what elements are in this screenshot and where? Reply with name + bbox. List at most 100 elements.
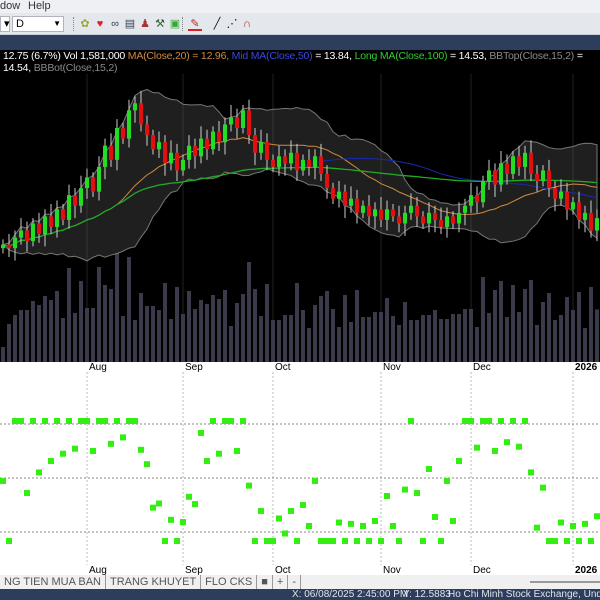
candle-body [589, 212, 593, 231]
volume-bar [553, 320, 557, 362]
volume-bar [277, 320, 281, 362]
volume-bar [55, 291, 59, 362]
volume-bar [373, 312, 377, 362]
magnet-icon[interactable]: ∩ [240, 17, 254, 31]
volume-bar [109, 289, 113, 362]
pen-color-icon[interactable]: ✎ [188, 17, 202, 31]
candle-body [355, 198, 359, 213]
menu-help[interactable]: Help [28, 0, 51, 12]
volume-bar [361, 317, 365, 362]
candle-body [91, 177, 95, 192]
symbol-combo[interactable]: ▾ [0, 16, 10, 32]
tab-flo-cks[interactable]: FLO CKS [201, 575, 258, 589]
oscillator-point [384, 493, 390, 499]
oscillator-point [6, 538, 12, 544]
candle-body [163, 142, 167, 164]
oscillator-point [108, 440, 114, 447]
binoculars-icon[interactable]: ∞ [108, 17, 122, 31]
oscillator-point [522, 418, 528, 424]
chart-area[interactable]: Aug Aug Sep Sep Oct Oct Nov Nov Dec Dec 2026 2026 [0, 50, 600, 575]
calendar-icon[interactable]: ▤ [123, 17, 137, 31]
line-icon[interactable]: ╱ [210, 17, 224, 31]
volume-bar [397, 325, 401, 362]
wand-icon[interactable]: ⚒ [153, 17, 167, 31]
month-label: Dec [473, 362, 491, 373]
oscillator-point [204, 458, 210, 464]
oscillator-point [312, 478, 318, 484]
oscillator-point [18, 418, 24, 424]
chevron-down-icon: ▼ [53, 19, 61, 28]
candle-body [307, 159, 311, 167]
volume-bar [379, 312, 383, 362]
volume-bar [529, 280, 533, 362]
dotted-line-icon[interactable]: ⋰ [225, 17, 239, 31]
oscillator-point [174, 538, 180, 544]
separator [182, 17, 183, 31]
period-select[interactable]: D ▼ [12, 16, 64, 32]
candle-body [493, 170, 497, 185]
refresh-icon[interactable]: ✿ [78, 17, 92, 31]
candle-body [97, 166, 101, 192]
volume-bar [259, 316, 263, 362]
candle-body [283, 156, 287, 164]
person-icon[interactable]: ♟ [138, 17, 152, 31]
candle-body [259, 142, 263, 153]
status-bar: X: 06/08/2025 2:45:00 PM Y: 12.5883 Ho C… [0, 589, 600, 600]
tab-tien-mua-ban[interactable]: NG TIEN MUA BAN [0, 575, 106, 589]
add-tab-icon[interactable]: + [273, 575, 289, 589]
volume-bar [211, 295, 215, 362]
volume-bar [409, 320, 413, 362]
volume-bar [223, 290, 227, 362]
volume-bar [301, 310, 305, 362]
oscillator-point [78, 418, 84, 424]
candle-body [121, 128, 125, 139]
oscillator-point [126, 418, 132, 424]
oscillator-point [474, 444, 480, 451]
candle-body [235, 117, 239, 129]
candle-body [133, 103, 137, 111]
status-x: X: 06/08/2025 2:45:00 PM [292, 589, 409, 600]
oscillator-point [426, 466, 432, 472]
volume-bar [133, 320, 137, 362]
export-icon[interactable]: ▣ [168, 17, 182, 31]
volume-bar [331, 309, 335, 362]
oscillator-point [498, 418, 504, 424]
tab-trang-khuyet[interactable]: TRANG KHUYET [106, 575, 202, 589]
candle-body [535, 173, 539, 182]
oscillator-point [354, 538, 360, 544]
oscillator-point [444, 478, 450, 484]
oscillator-point [486, 418, 492, 424]
candle-body [451, 216, 455, 224]
oscillator-point [48, 458, 54, 464]
oscillator-point [84, 418, 90, 424]
remove-tab-icon[interactable]: - [288, 575, 302, 589]
candle-body [559, 191, 563, 199]
month-label: Oct [275, 565, 291, 575]
month-label: Aug [89, 565, 107, 575]
candle-body [37, 223, 41, 235]
heart-icon[interactable]: ♥ [93, 17, 107, 31]
lock-icon[interactable]: ■ [257, 575, 273, 589]
oscillator-point [456, 458, 462, 464]
volume-bar [139, 293, 143, 362]
oscillator-point [390, 523, 396, 529]
candle-body [55, 209, 59, 227]
volume-bar [145, 306, 149, 362]
volume-bar [295, 283, 299, 362]
candle-body [109, 145, 113, 160]
volume-bar [475, 327, 479, 362]
candle-body [529, 152, 533, 174]
menu-window[interactable]: dow [0, 0, 20, 12]
volume-bar [403, 302, 407, 362]
candle-body [43, 216, 47, 235]
oscillator-point [168, 516, 174, 523]
month-label: Sep [185, 565, 203, 575]
volume-bar [115, 253, 119, 362]
candle-body [361, 205, 365, 213]
horizontal-scrollbar[interactable] [530, 581, 600, 583]
candle-body [13, 237, 17, 249]
oscillator-point [192, 501, 198, 508]
volume-bar [337, 327, 341, 362]
oscillator-point [570, 523, 576, 529]
oscillator-point [414, 490, 420, 496]
